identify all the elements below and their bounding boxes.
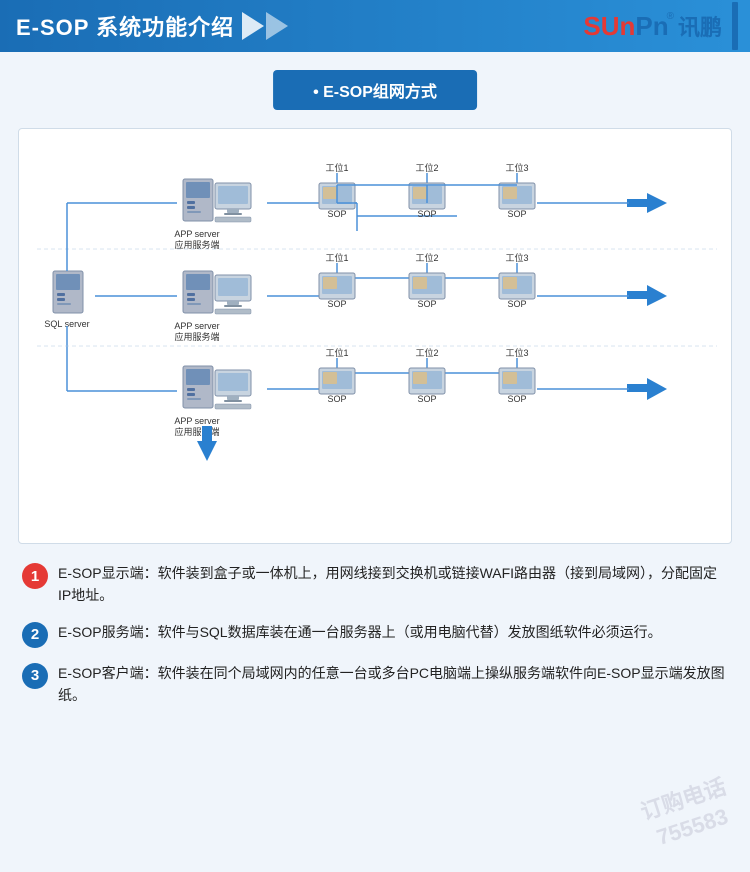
logo-xunpeng: 讯鹏 xyxy=(678,10,722,42)
svg-text:工位1: 工位1 xyxy=(325,162,348,173)
svg-text:APP server: APP server xyxy=(174,416,219,426)
app-server-row3: APP server 应用服务端 xyxy=(174,366,251,437)
ws3-row1: 工位3 SOP xyxy=(499,162,535,219)
registered-mark: ® xyxy=(667,11,674,22)
logo-area: SUnPn ® 讯鹏 xyxy=(583,2,738,50)
arrow-right-row3 xyxy=(647,378,667,400)
svg-text:SOP: SOP xyxy=(327,299,346,309)
app-server-row1-label1: APP server xyxy=(174,229,219,239)
page-title: E-SOP 系统功能介绍 xyxy=(16,10,234,42)
ws3-row3: 工位3 SOP xyxy=(499,347,535,404)
svg-text:SOP: SOP xyxy=(507,209,526,219)
info-text-3: E-SOP客户端：软件装在同个局域网内的任意一台或多台PC电脑端上操纵服务端软件… xyxy=(58,662,728,707)
app-server-row1-label2: 应用服务端 xyxy=(174,239,219,250)
section-title-box: E-SOP组网方式 xyxy=(273,70,477,110)
svg-text:SOP: SOP xyxy=(327,209,346,219)
info-item-1: 1 E-SOP显示端：软件装到盒子或一体机上，用网线接到交换机或链接WAFI路由… xyxy=(22,562,728,607)
info-item-3: 3 E-SOP客户端：软件装在同个局域网内的任意一台或多台PC电脑端上操纵服务端… xyxy=(22,662,728,707)
info-item-2: 2 E-SOP服务端：软件与SQL数据库装在通一台服务器上（或用电脑代替）发放图… xyxy=(22,621,728,648)
svg-text:工位3: 工位3 xyxy=(505,252,528,263)
svg-text:工位1: 工位1 xyxy=(325,347,348,358)
page-header: E-SOP 系统功能介绍 SUnPn ® 讯鹏 xyxy=(0,0,750,52)
arrow-right-row1 xyxy=(647,193,667,213)
chevron-right-icon-2 xyxy=(266,12,288,40)
svg-text:SOP: SOP xyxy=(327,394,346,404)
svg-text:SOP: SOP xyxy=(417,209,436,219)
brand-logo: SUnPn ® xyxy=(583,11,674,42)
arrow-right-row2 xyxy=(647,285,667,306)
svg-text:SOP: SOP xyxy=(417,299,436,309)
info-num-1: 1 xyxy=(22,563,48,589)
logo-p: P xyxy=(635,11,652,41)
svg-text:APP server: APP server xyxy=(174,321,219,331)
svg-text:SOP: SOP xyxy=(417,394,436,404)
svg-text:工位2: 工位2 xyxy=(415,162,438,173)
ws2-row3: 工位2 SOP xyxy=(409,347,445,404)
svg-text:应用服务端: 应用服务端 xyxy=(174,426,219,437)
logo-s: S xyxy=(583,11,600,41)
ws1-row2: 工位1 SOP xyxy=(319,252,355,309)
svg-text:SOP: SOP xyxy=(507,299,526,309)
network-diagram: APP server 应用服务端 工位1 SOP xyxy=(18,128,732,544)
logo-bar-divider xyxy=(732,2,738,50)
network-svg: APP server 应用服务端 工位1 SOP xyxy=(27,141,727,531)
logo-u: U xyxy=(601,11,620,41)
svg-text:SOP: SOP xyxy=(507,394,526,404)
main-content: E-SOP组网方式 xyxy=(0,52,750,872)
svg-text:应用服务端: 应用服务端 xyxy=(174,331,219,342)
info-text-1: E-SOP显示端：软件装到盒子或一体机上，用网线接到交换机或链接WAFI路由器（… xyxy=(58,562,728,607)
logo-n: n xyxy=(619,11,635,41)
info-num-3: 3 xyxy=(22,663,48,689)
info-text-2: E-SOP服务端：软件与SQL数据库装在通一台服务器上（或用电脑代替）发放图纸软… xyxy=(58,621,728,643)
svg-text:工位3: 工位3 xyxy=(505,347,528,358)
sql-server: SQL server xyxy=(44,271,89,329)
svg-text:工位2: 工位2 xyxy=(415,347,438,358)
ws2-row2: 工位2 SOP xyxy=(409,252,445,309)
ws3-row2: 工位3 SOP xyxy=(499,252,535,309)
info-num-2: 2 xyxy=(22,622,48,648)
svg-text:工位1: 工位1 xyxy=(325,252,348,263)
ws1-row3: 工位1 SOP xyxy=(319,347,355,404)
watermark: 订购电话 755583 xyxy=(637,773,738,855)
svg-text:工位2: 工位2 xyxy=(415,252,438,263)
chevron-right-icon xyxy=(242,12,264,40)
app-server-row1: APP server 应用服务端 xyxy=(174,179,251,250)
svg-text:工位3: 工位3 xyxy=(505,162,528,173)
info-section: 1 E-SOP显示端：软件装到盒子或一体机上，用网线接到交换机或链接WAFI路由… xyxy=(18,562,732,707)
app-server-row2: APP server 应用服务端 xyxy=(174,271,251,342)
